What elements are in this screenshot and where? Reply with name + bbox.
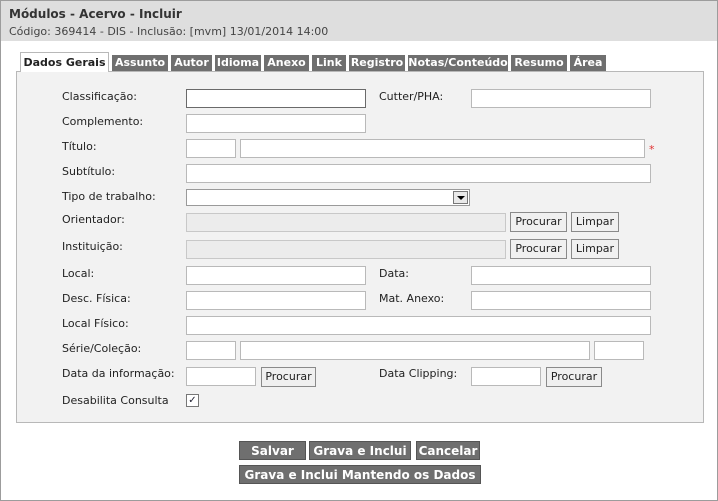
data-informacao-input[interactable]	[186, 367, 256, 386]
subtitulo-input[interactable]	[186, 164, 651, 183]
cutter-input[interactable]	[471, 89, 651, 108]
data-informacao-label: Data da informação:	[62, 367, 175, 380]
tab-notas-conteudo[interactable]: Notas/Conteúdo	[408, 55, 508, 71]
serie-colecao-input-3[interactable]	[594, 341, 644, 360]
grava-inclui-mantendo-button[interactable]: Grava e Inclui Mantendo os Dados	[239, 465, 481, 484]
data-label: Data:	[379, 267, 409, 280]
local-label: Local:	[62, 267, 95, 280]
cancelar-button[interactable]: Cancelar	[416, 441, 480, 460]
cutter-label: Cutter/PHA:	[379, 90, 444, 103]
tab-resumo[interactable]: Resumo	[511, 55, 567, 71]
desc-fisica-input[interactable]	[186, 291, 366, 310]
tipo-trabalho-select[interactable]	[186, 189, 470, 206]
instituicao-procurar-button[interactable]: Procurar	[510, 239, 567, 259]
instituicao-input	[186, 240, 506, 259]
orientador-limpar-button[interactable]: Limpar	[571, 212, 619, 232]
tipo-trabalho-label: Tipo de trabalho:	[62, 190, 156, 203]
tab-anexo[interactable]: Anexo	[264, 55, 309, 71]
serie-colecao-label: Série/Coleção:	[62, 342, 142, 355]
desabilita-consulta-label: Desabilita Consulta	[62, 394, 169, 407]
titulo-article-input[interactable]	[186, 139, 236, 158]
tab-autor[interactable]: Autor	[171, 55, 212, 71]
tab-idioma[interactable]: Idioma	[215, 55, 261, 71]
data-clipping-procurar-button[interactable]: Procurar	[546, 367, 602, 387]
data-input[interactable]	[471, 266, 651, 285]
data-informacao-procurar-button[interactable]: Procurar	[261, 367, 316, 387]
classificacao-label: Classificação:	[62, 90, 137, 103]
subtitulo-label: Subtítulo:	[62, 165, 116, 178]
mat-anexo-input[interactable]	[471, 291, 651, 310]
orientador-label: Orientador:	[62, 213, 125, 226]
tab-registro[interactable]: Registro	[349, 55, 405, 71]
classificacao-input[interactable]	[186, 89, 366, 108]
instituicao-limpar-button[interactable]: Limpar	[571, 239, 619, 259]
local-fisico-label: Local Físico:	[62, 317, 129, 330]
chevron-down-icon[interactable]	[453, 191, 468, 204]
tab-link[interactable]: Link	[312, 55, 346, 71]
serie-colecao-input-2[interactable]	[240, 341, 590, 360]
complemento-label: Complemento:	[62, 115, 144, 128]
record-info: Código: 369414 - DIS - Inclusão: [mvm] 1…	[9, 25, 329, 38]
window: Módulos - Acervo - Incluir Código: 36941…	[0, 0, 718, 501]
local-fisico-input[interactable]	[186, 316, 651, 335]
titulo-input[interactable]	[240, 139, 645, 158]
orientador-procurar-button[interactable]: Procurar	[510, 212, 567, 232]
mat-anexo-label: Mat. Anexo:	[379, 292, 445, 305]
tab-area[interactable]: Área	[570, 55, 606, 71]
titulo-label: Título:	[62, 140, 97, 153]
page-title: Módulos - Acervo - Incluir	[9, 7, 182, 21]
data-clipping-label: Data Clipping:	[379, 367, 458, 380]
desc-fisica-label: Desc. Física:	[62, 292, 131, 305]
instituicao-label: Instituição:	[62, 240, 123, 253]
header-bar: Módulos - Acervo - Incluir Código: 36941…	[1, 1, 717, 41]
orientador-input	[186, 213, 506, 232]
desabilita-consulta-checkbox[interactable]: ✓	[186, 394, 199, 407]
data-clipping-input[interactable]	[471, 367, 541, 386]
salvar-button[interactable]: Salvar	[239, 441, 306, 460]
tab-dados-gerais[interactable]: Dados Gerais	[20, 52, 109, 72]
required-asterisk: *	[649, 143, 655, 156]
grava-inclui-button[interactable]: Grava e Inclui	[309, 441, 411, 460]
tab-assunto[interactable]: Assunto	[112, 55, 168, 71]
local-input[interactable]	[186, 266, 366, 285]
serie-colecao-input-1[interactable]	[186, 341, 236, 360]
complemento-input[interactable]	[186, 114, 366, 133]
